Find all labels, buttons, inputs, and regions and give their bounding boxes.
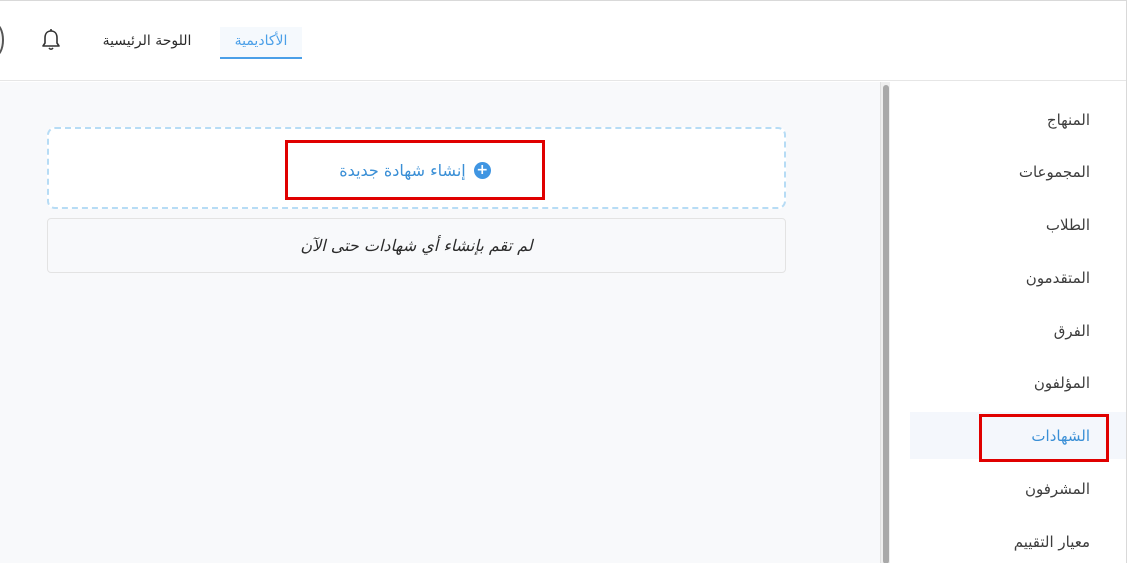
scrollbar-thumb[interactable] (883, 85, 889, 563)
plus-circle-icon: + (473, 161, 491, 179)
create-certificate-area: + إنشاء شهادة جديدة (47, 127, 786, 209)
main-content: + إنشاء شهادة جديدة لم تقم بإنشاء أي شها… (0, 82, 880, 563)
sidebar-item-supervisors[interactable]: المشرفون (1025, 474, 1090, 504)
sidebar-item-students[interactable]: الطلاب (1046, 210, 1090, 240)
sidebar-item-authors[interactable]: المؤلفون (1034, 368, 1090, 398)
app-window: اللوحة الرئيسية الأكاديمية + إنشاء شهادة… (0, 0, 1127, 563)
tab-academy[interactable]: الأكاديمية (220, 27, 302, 59)
top-header: اللوحة الرئيسية الأكاديمية (0, 1, 1126, 81)
sidebar-item-curriculum[interactable]: المنهاج (1047, 105, 1090, 135)
sidebar-item-teams[interactable]: الفرق (1054, 316, 1090, 346)
avatar[interactable] (0, 23, 4, 57)
create-certificate-button[interactable]: + إنشاء شهادة جديدة (285, 140, 545, 200)
certificates-highlight-box (979, 414, 1109, 462)
bell-icon[interactable] (38, 27, 64, 53)
sidebar-item-rubric[interactable]: معيار التقييم (1014, 527, 1090, 557)
sidebar-item-groups[interactable]: المجموعات (1019, 157, 1090, 187)
sidebar-item-applicants[interactable]: المتقدمون (1026, 263, 1090, 293)
tab-home[interactable]: اللوحة الرئيسية (92, 27, 202, 59)
vertical-scrollbar[interactable] (880, 82, 890, 563)
create-certificate-label: إنشاء شهادة جديدة (339, 160, 466, 180)
sidebar: المنهاج المجموعات الطلاب المتقدمون الفرق… (890, 82, 1126, 563)
empty-state-message: لم تقم بإنشاء أي شهادات حتى الآن (47, 218, 786, 273)
